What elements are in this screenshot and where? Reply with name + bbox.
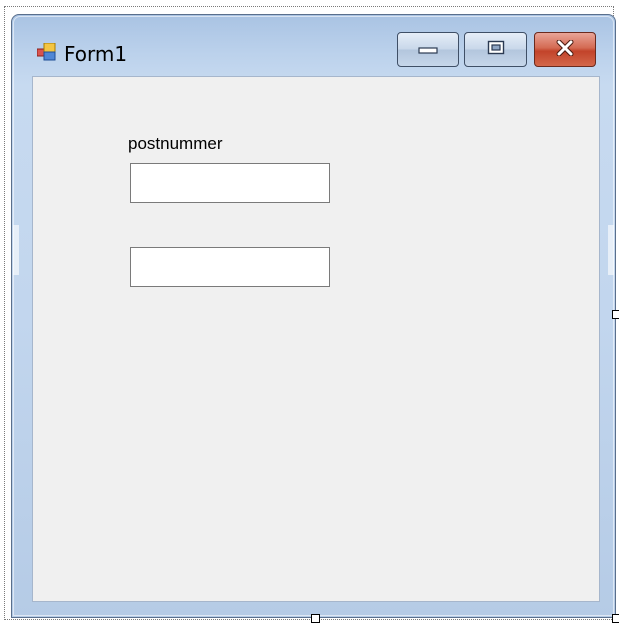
minimize-icon	[418, 40, 438, 59]
close-icon	[555, 39, 575, 60]
window-title: Form1	[64, 42, 128, 66]
left-frame-highlight	[13, 225, 19, 275]
resize-handle-bottom-right[interactable]	[612, 614, 619, 623]
postnummer-label: postnummer	[128, 134, 223, 153]
title-bar[interactable]: Form1	[12, 15, 615, 75]
minimize-button[interactable]	[397, 32, 459, 67]
form-icon	[36, 42, 57, 61]
postnummer-textbox[interactable]	[130, 163, 330, 203]
maximize-button[interactable]	[464, 32, 527, 67]
form-client-area: postnummer	[32, 76, 600, 602]
resize-handle-right[interactable]	[612, 310, 619, 319]
second-textbox[interactable]	[130, 247, 330, 287]
resize-handle-bottom[interactable]	[311, 614, 320, 623]
right-frame-highlight	[608, 225, 614, 275]
form-window[interactable]: Form1 postnummer	[11, 14, 616, 618]
close-button[interactable]	[534, 32, 596, 67]
maximize-icon	[487, 40, 505, 60]
